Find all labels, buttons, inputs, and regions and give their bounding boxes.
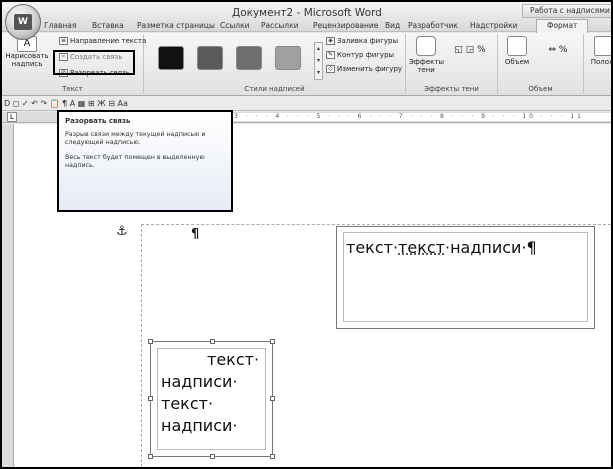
styles-gallery-scroll[interactable]: ▴ ▾ ▾: [314, 42, 323, 80]
style-swatch-4[interactable]: [275, 46, 301, 70]
style-swatch-2[interactable]: [197, 46, 223, 70]
shape-outline-button[interactable]: ✎ Контур фигуры: [326, 51, 394, 59]
resize-handle-bl[interactable]: [148, 454, 153, 459]
tooltip-break-link: Разорвать связь Разрыв связи между текущ…: [57, 110, 233, 212]
group-shadow-label: Эффекты тени: [424, 85, 479, 93]
style-swatch-1[interactable]: [158, 46, 184, 70]
word-window: Документ2 - Microsoft Word Работа с надп…: [0, 0, 613, 469]
shadow-effects-label-1: Эффекты: [409, 58, 444, 66]
group-position: Полож: [584, 34, 613, 94]
shapes-icon: ◇: [326, 65, 335, 73]
margin-guide-horizontal: [141, 224, 611, 225]
text-direction-button[interactable]: ≡ Направление текста: [59, 37, 146, 45]
paragraph-mark: ¶: [191, 227, 200, 242]
resize-handle-tr[interactable]: [270, 339, 275, 344]
shadow-nudge-buttons[interactable]: ◱ ◲ %: [450, 45, 490, 55]
tab-format[interactable]: Формат: [536, 19, 589, 34]
resize-handle-br[interactable]: [270, 454, 275, 459]
textbox-1[interactable]: текст·текст·надписи·¶: [336, 226, 595, 329]
group-styles-label: Стили надписей: [244, 85, 305, 93]
volume-button[interactable]: Объем: [501, 36, 533, 66]
toolbar-icons[interactable]: D ◻ ✓ ↶ ↷ 📋 ¶ A ▦ ⊞ Ж ⊟ Aa: [4, 99, 128, 108]
tab-review[interactable]: Рецензирование: [313, 21, 378, 30]
tab-view[interactable]: Вид: [385, 21, 400, 30]
group-3d-label: Объем: [528, 85, 553, 93]
position-button[interactable]: Полож: [588, 36, 613, 66]
nudge-icon: ◱ ◲: [454, 45, 475, 55]
tilt-icon: ⇔: [548, 45, 557, 55]
pencil-icon: ✎: [326, 51, 335, 59]
group-shadow-effects: Эффекты тени ◱ ◲ % Эффекты тени: [406, 34, 498, 94]
context-tab-header: Работа с надписями: [522, 4, 611, 18]
position-icon: [594, 36, 611, 56]
ribbon: A Нарисовать надпись ≡ Направление текст…: [2, 33, 611, 96]
group-3d: Объем ⇔ % Объем: [498, 34, 584, 94]
shadow-toggle-percent: %: [477, 45, 486, 55]
tab-home[interactable]: Главная: [44, 21, 76, 30]
tab-insert[interactable]: Вставка: [92, 21, 124, 30]
office-button[interactable]: W: [5, 4, 41, 40]
group-textbox-styles: ▴ ▾ ▾ ◈ Заливка фигуры ✎ Контур фигуры ◇ И…: [144, 34, 406, 94]
tooltip-description-2: Весь текст будет помещен в выделенную на…: [65, 154, 205, 169]
textbox-2-line-4: надписи·: [161, 416, 238, 435]
paint-bucket-icon: ◈: [326, 37, 335, 45]
resize-handle-b[interactable]: [210, 454, 215, 459]
change-shape-label: Изменить фигуру: [337, 65, 403, 73]
formatting-toolbar: D ◻ ✓ ↶ ↷ 📋 ¶ A ▦ ⊞ Ж ⊟ Aa: [2, 97, 611, 111]
shape-outline-label: Контур фигуры: [337, 51, 395, 59]
draw-textbox-label-1: Нарисовать: [5, 52, 49, 60]
tooltip-description-1: Разрыв связи между текущей надписью и сл…: [65, 131, 206, 146]
draw-textbox-button[interactable]: A Нарисовать надпись: [4, 36, 50, 68]
vertical-ruler: [2, 124, 14, 467]
textbox-2-line-3: текст·: [161, 394, 214, 413]
shape-fill-label: Заливка фигуры: [337, 37, 398, 45]
tilt-buttons[interactable]: ⇔ %: [536, 45, 580, 55]
tab-developer[interactable]: Разработчик: [408, 21, 458, 30]
anchor-icon: ⚓: [116, 224, 128, 239]
textbox-1-text-underlined: текст: [398, 238, 445, 257]
textbox-2-line-1: текст·: [207, 350, 260, 369]
tilt-toggle-percent: %: [558, 45, 568, 55]
text-direction-label: Направление текста: [70, 37, 147, 45]
textbox-1-text-post: ·надписи·¶: [444, 238, 537, 257]
highlight-callout: [53, 50, 135, 75]
resize-handle-t[interactable]: [210, 339, 215, 344]
volume-button-label: Объем: [504, 58, 530, 66]
textbox-2-selected[interactable]: текст· надписи· текст· надписи·: [148, 339, 275, 459]
textbox-1-text-pre: текст·: [346, 238, 399, 257]
resize-handle-tl[interactable]: [148, 339, 153, 344]
text-direction-icon: ≡: [59, 37, 68, 45]
tab-stop-selector[interactable]: L: [7, 112, 17, 122]
tab-mailings[interactable]: Рассылки: [261, 21, 299, 30]
margin-guide-vertical: [141, 224, 142, 467]
position-label: Полож: [590, 58, 613, 66]
tab-references[interactable]: Ссылки: [220, 21, 249, 30]
shadow-effects-label-2: тени: [417, 66, 435, 74]
cube-icon: [507, 36, 527, 56]
shadow-icon: [416, 36, 436, 56]
change-shape-button[interactable]: ◇ Изменить фигуру: [326, 65, 402, 73]
textbox-2-line-2: надписи·: [161, 372, 238, 391]
tooltip-title: Разорвать связь: [65, 117, 131, 125]
style-swatch-3[interactable]: [236, 46, 262, 70]
ribbon-tabs: Главная Вставка Разметка страницы Ссылки…: [2, 19, 611, 34]
textbox-1-text[interactable]: текст·текст·надписи·¶: [346, 238, 537, 257]
group-text-label: Текст: [62, 85, 83, 93]
resize-handle-l[interactable]: [148, 396, 153, 401]
resize-handle-r[interactable]: [270, 396, 275, 401]
window-title: Документ2 - Microsoft Word: [232, 7, 382, 19]
tab-page-layout[interactable]: Разметка страницы: [137, 21, 215, 30]
tab-addins[interactable]: Надстройки: [470, 21, 518, 30]
shape-fill-button[interactable]: ◈ Заливка фигуры: [326, 37, 398, 45]
shadow-effects-button[interactable]: Эффекты тени: [409, 36, 444, 74]
office-logo-icon: W: [14, 14, 32, 30]
draw-textbox-label-2: надпись: [11, 60, 43, 68]
